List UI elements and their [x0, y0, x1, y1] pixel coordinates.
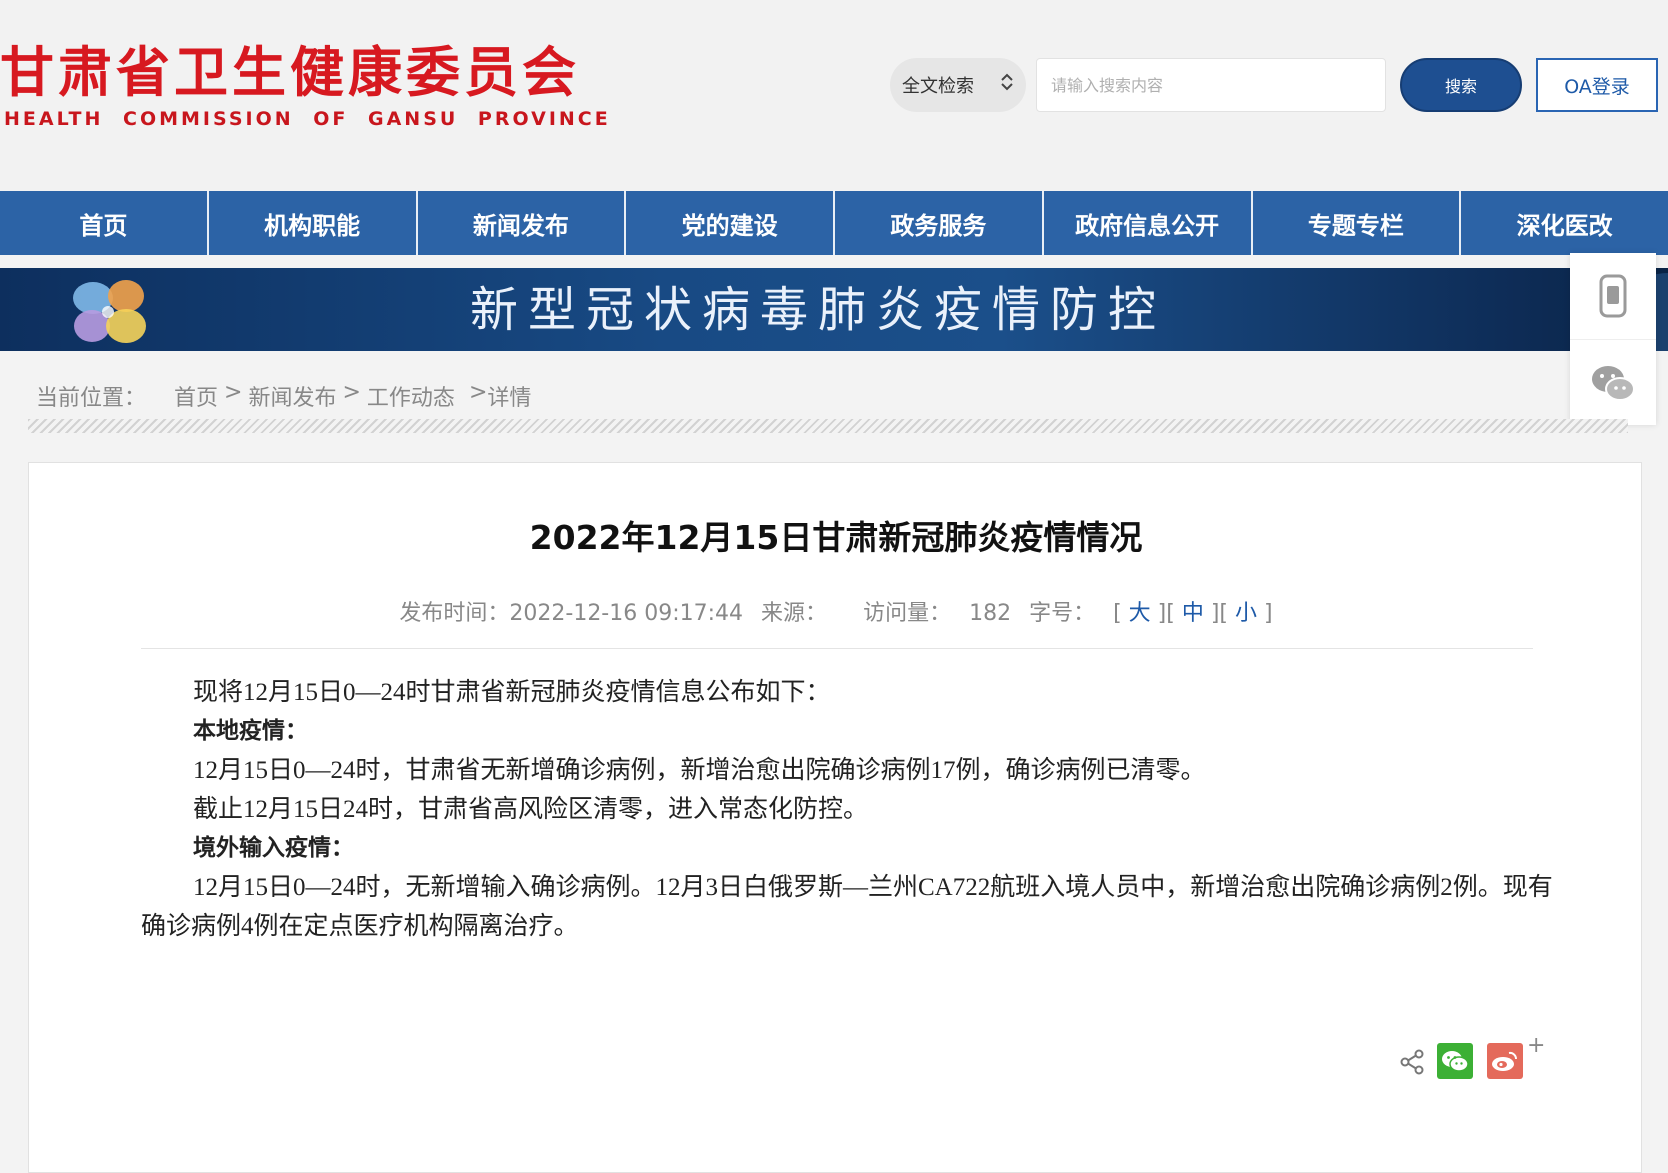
- weibo-icon: [1492, 1051, 1518, 1071]
- breadcrumb-separator: >: [468, 380, 488, 405]
- breadcrumb-label: 当前位置：: [36, 386, 147, 411]
- banner-title: 新型冠状病毒肺炎疫情防控: [470, 282, 1167, 338]
- breadcrumb-home[interactable]: 首页: [174, 380, 218, 412]
- search-button[interactable]: 搜索: [1400, 58, 1522, 112]
- breadcrumb-detail: 详情: [487, 386, 532, 411]
- section-heading-local: 本地疫情：: [193, 718, 308, 744]
- search-scope-select[interactable]: 全文检索: [890, 58, 1026, 112]
- page: 甘肃省卫生健康委员会 HEALTH COMMISSION OF GANSU PR…: [0, 0, 1668, 1173]
- paragraph-local-cases: 12月15日0—24时，甘肃省无新增确诊病例，新增治愈出院确诊病例17例，确诊病…: [193, 757, 1206, 784]
- breadcrumb-work-updates[interactable]: 工作动态: [367, 380, 455, 412]
- wechat-icon: [1442, 1051, 1469, 1072]
- clover-logo-icon: [73, 280, 146, 343]
- views-count: 182: [969, 601, 1012, 626]
- nav-item-reform[interactable]: 深化医改: [1461, 191, 1668, 255]
- wechat-follow-button[interactable]: [1570, 339, 1656, 425]
- nav-item-party[interactable]: 党的建设: [626, 191, 835, 255]
- font-size-label: 字号：: [1029, 601, 1096, 626]
- publish-time-label: 发布时间：: [399, 601, 510, 626]
- nav-item-home[interactable]: 首页: [0, 191, 209, 255]
- paragraph-risk-areas: 截止12月15日24时，甘肃省高风险区清零，进入常态化防控。: [193, 796, 869, 823]
- phone-icon: [1599, 274, 1627, 318]
- share-more-button[interactable]: +: [1527, 1033, 1545, 1058]
- article-title: 2022年12月15日甘肃新冠肺炎疫情情况: [529, 518, 1143, 557]
- share-bar: +: [1399, 1033, 1549, 1087]
- site-logo[interactable]: 甘肃省卫生健康委员会 HEALTH COMMISSION OF GANSU PR…: [0, 40, 611, 130]
- paragraph-intro: 现将12月15日0—24时甘肃省新冠肺炎疫情信息公布如下：: [193, 679, 831, 706]
- font-size-large[interactable]: 大: [1129, 601, 1151, 626]
- article-body: 现将12月15日0—24时甘肃省新冠肺炎疫情信息公布如下： 本地疫情： 12月1…: [141, 673, 1561, 946]
- main-nav: 首页 机构职能 新闻发布 党的建设 政务服务 政府信息公开 专题专栏 深化医改: [0, 191, 1668, 255]
- section-heading-imported: 境外输入疫情：: [193, 835, 354, 861]
- source-label: 来源：: [761, 601, 828, 626]
- search-scope-value: 全文检索: [902, 76, 974, 97]
- views-label: 访问量：: [863, 601, 952, 626]
- site-header: 甘肃省卫生健康委员会 HEALTH COMMISSION OF GANSU PR…: [0, 0, 1668, 191]
- wechat-icon: [1592, 365, 1635, 401]
- publish-time: 2022-12-16 09:17:44: [509, 601, 744, 626]
- nav-item-topics[interactable]: 专题专栏: [1253, 191, 1462, 255]
- logo-chinese-name: 甘肃省卫生健康委员会: [0, 41, 580, 104]
- breadcrumb-separator: >: [342, 380, 361, 405]
- covid-banner[interactable]: 新型冠状病毒肺炎疫情防控: [0, 268, 1668, 351]
- article-meta: 发布时间：2022-12-16 09:17:44 来源： 访问量： 182 字号：[ 大…: [399, 601, 1273, 626]
- logo-english-name: HEALTH COMMISSION OF GANSU PROVINCE: [4, 108, 611, 130]
- font-size-medium[interactable]: 中: [1182, 601, 1204, 626]
- search-input[interactable]: [1036, 58, 1386, 112]
- nav-item-functions[interactable]: 机构职能: [209, 191, 418, 255]
- oa-login-button[interactable]: OA登录: [1536, 58, 1658, 112]
- nav-item-disclosure[interactable]: 政府信息公开: [1044, 191, 1253, 255]
- breadcrumb-news[interactable]: 新闻发布: [248, 380, 336, 412]
- share-icon[interactable]: [1399, 1049, 1425, 1075]
- article-container: 2022年12月15日甘肃新冠肺炎疫情情况 发布时间：2022-12-16 09…: [28, 462, 1642, 1173]
- meta-divider: [141, 648, 1533, 649]
- share-wechat-button[interactable]: [1437, 1043, 1473, 1079]
- font-size-small[interactable]: 小: [1235, 601, 1257, 626]
- nav-item-services[interactable]: 政务服务: [835, 191, 1044, 255]
- paragraph-imported-cases: 12月15日0—24时，无新增输入确诊病例。12月3日白俄罗斯—兰州CA722航…: [141, 874, 1553, 940]
- side-float-toolbar: [1570, 253, 1656, 425]
- mobile-version-button[interactable]: [1570, 253, 1656, 339]
- nav-item-news[interactable]: 新闻发布: [418, 191, 627, 255]
- chevron-updown-icon: [1000, 72, 1014, 93]
- share-weibo-button[interactable]: [1487, 1043, 1523, 1079]
- breadcrumb-separator: >: [224, 380, 243, 405]
- breadcrumb: 当前位置： 首页 > 新闻发布 > 工作动态 > 详情: [36, 380, 531, 412]
- breadcrumb-divider: [28, 419, 1628, 433]
